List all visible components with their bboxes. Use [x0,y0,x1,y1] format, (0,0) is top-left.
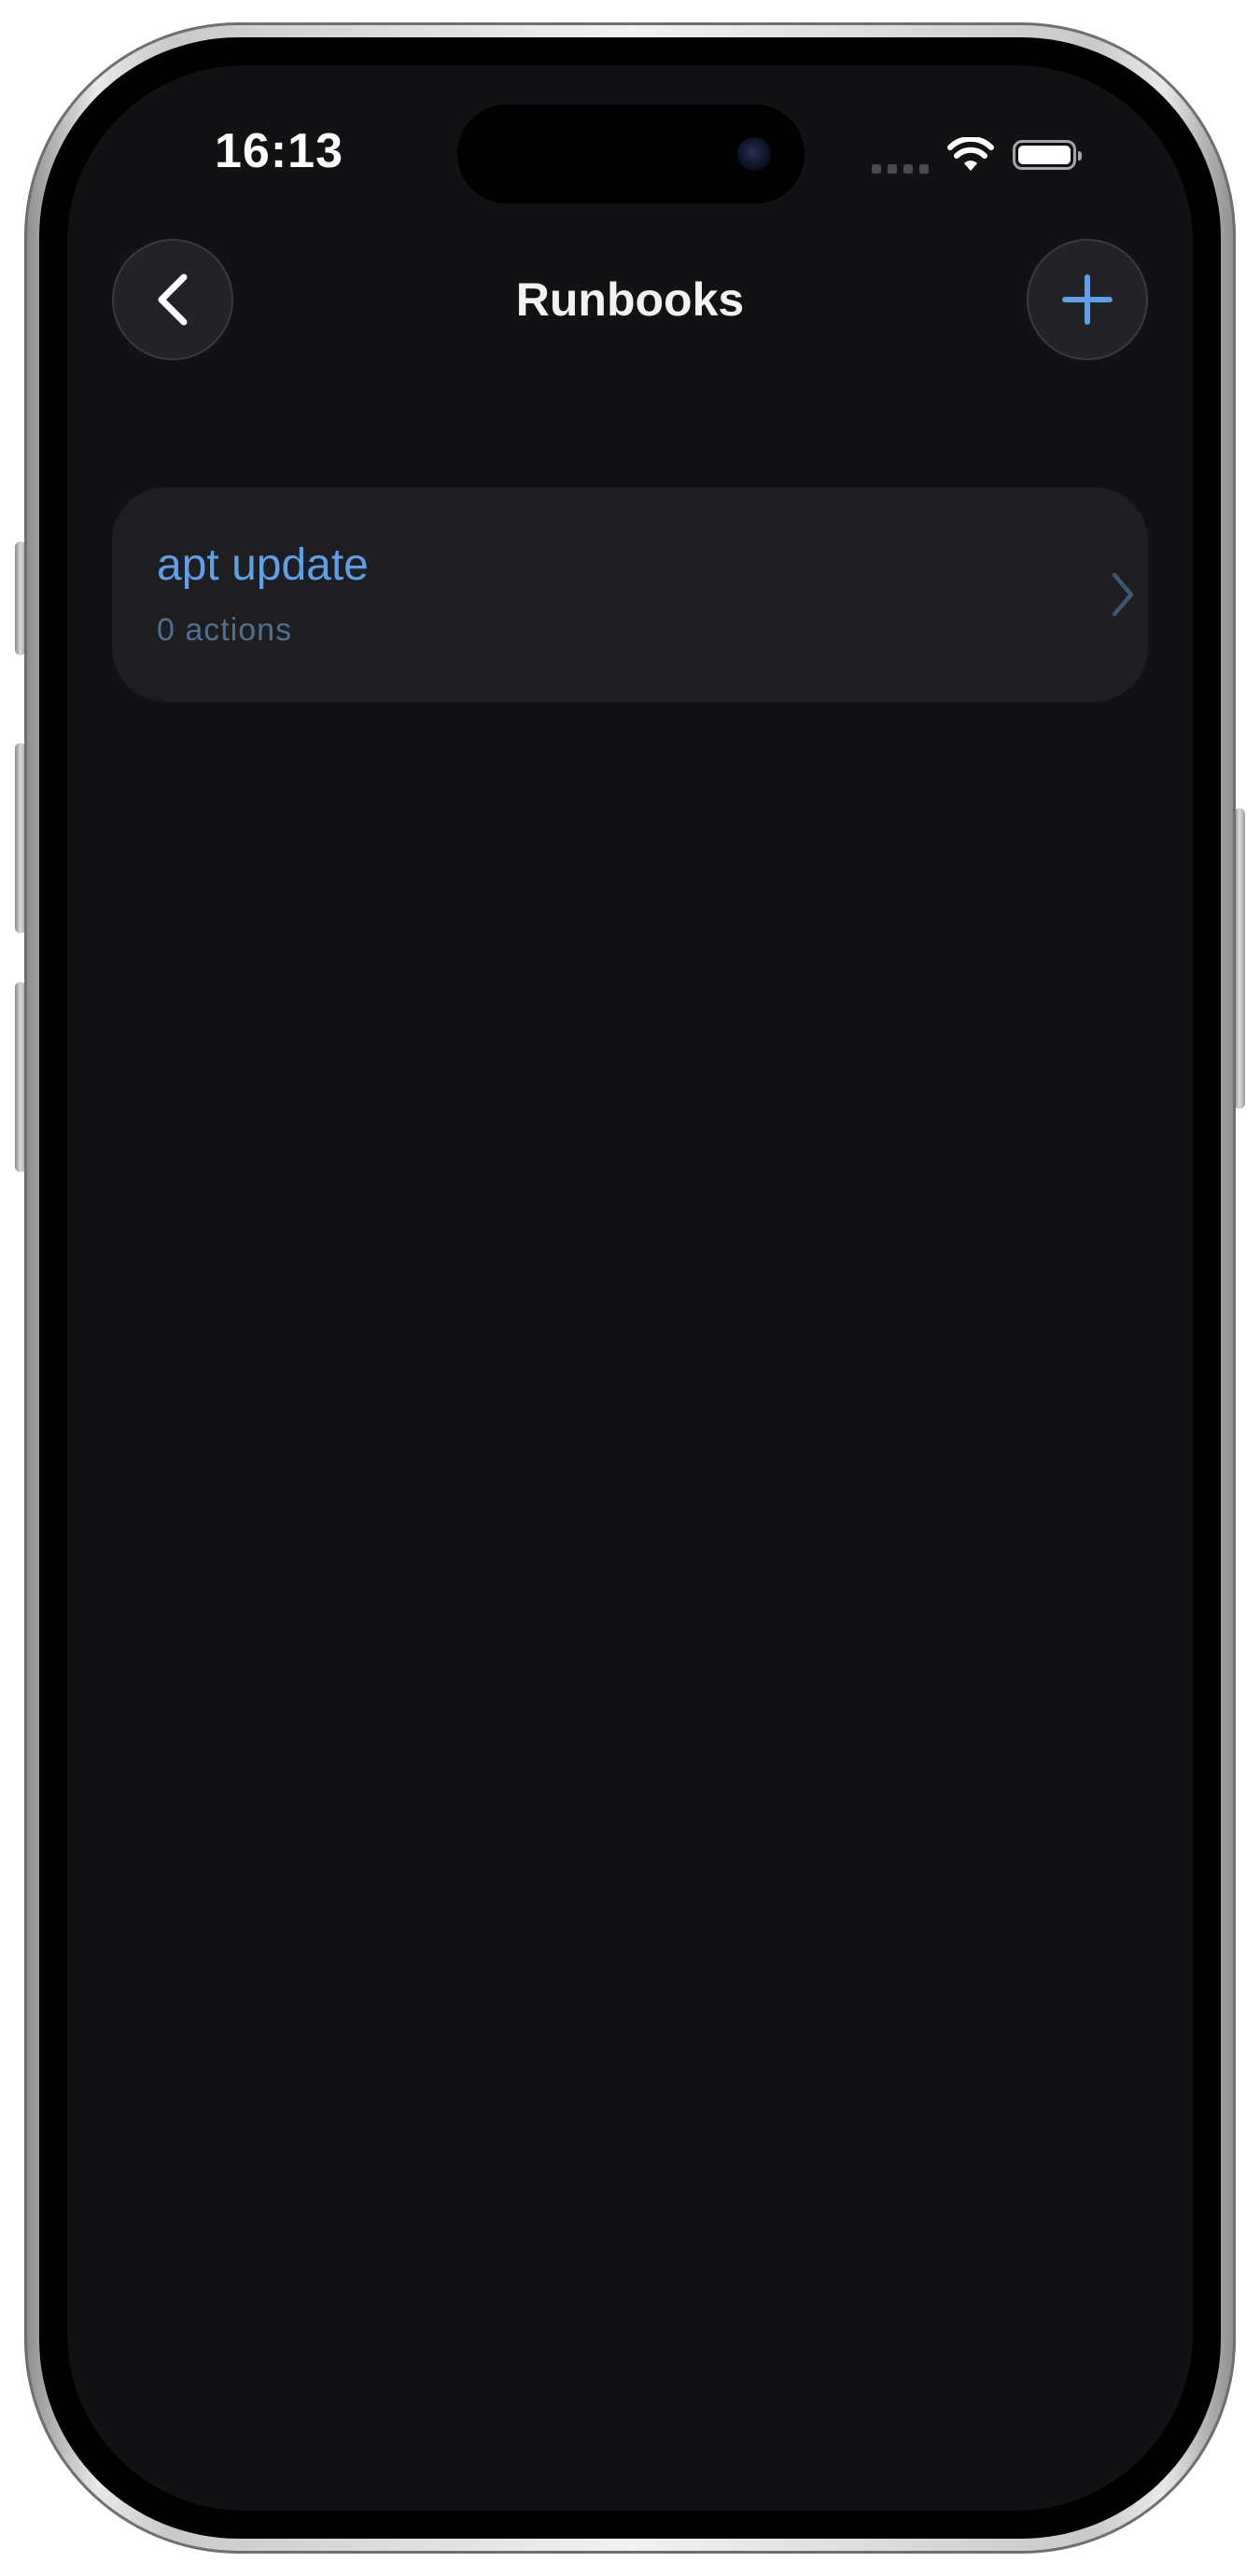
camera-icon [737,137,771,171]
device-mockup: 16:13 Runbooks apt update 0 actions [0,0,1260,2576]
status-indicators [872,134,1082,175]
app-screen: 16:13 Runbooks apt update 0 actions [67,65,1193,2511]
runbook-title: apt update [157,540,369,590]
plus-icon [1062,274,1113,325]
battery-icon [1013,140,1082,170]
list-item[interactable]: apt update 0 actions [112,487,1148,702]
cellular-signal-icon [872,136,929,174]
status-time: 16:13 [215,124,343,178]
runbook-action-count: 0 actions [157,612,293,648]
page-title: Runbooks [515,273,745,326]
add-runbook-button[interactable] [1027,239,1148,360]
chevron-right-icon [1112,572,1134,617]
dynamic-island [457,105,805,203]
wifi-icon [947,137,994,171]
